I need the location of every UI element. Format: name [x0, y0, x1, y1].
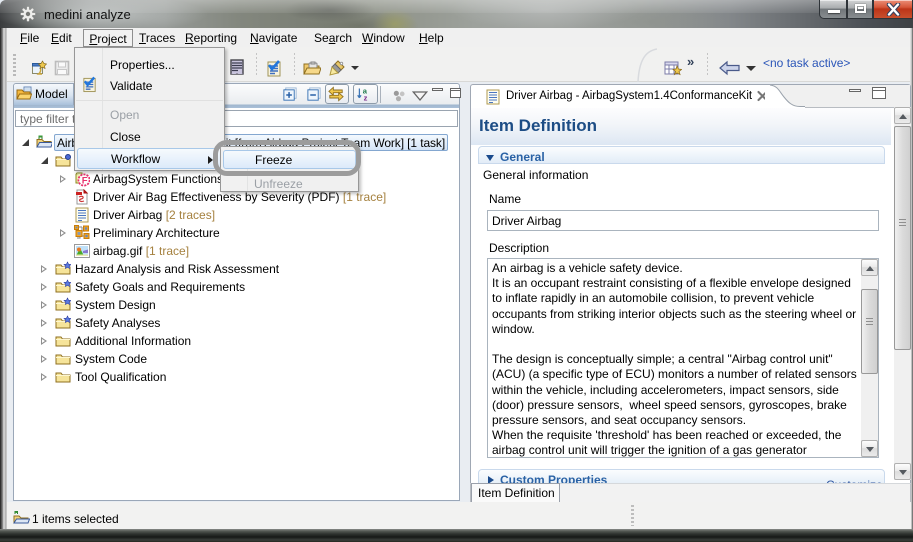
svg-text:z: z	[364, 93, 368, 102]
svg-text:F: F	[82, 176, 88, 187]
